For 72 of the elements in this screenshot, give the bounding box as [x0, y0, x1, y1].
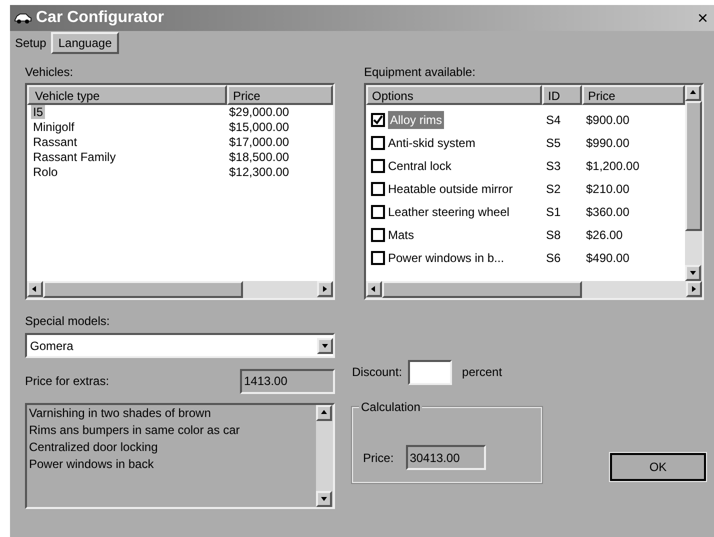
option-price: $990.00: [585, 134, 630, 152]
special-models-label: Special models:: [25, 313, 111, 330]
menu-item[interactable]: Setup: [10, 32, 52, 54]
discount-label: Discount:: [352, 364, 402, 381]
discount-field[interactable]: [408, 360, 452, 384]
column-header[interactable]: Vehicle type: [27, 85, 227, 105]
car-icon: [14, 12, 32, 24]
option-id: S1: [545, 204, 562, 220]
option-price: $210.00: [585, 180, 630, 198]
vehicle-type[interactable]: Minigolf: [33, 120, 74, 134]
scroll-up-button[interactable]: [685, 85, 701, 101]
equipment-label: Equipment available:: [364, 64, 476, 81]
vehicle-type[interactable]: Rolo: [33, 165, 58, 179]
option-label[interactable]: Central lock: [388, 156, 452, 174]
checkbox[interactable]: [371, 112, 385, 126]
scroll-right-button[interactable]: [686, 281, 702, 297]
checkbox[interactable]: [371, 204, 385, 218]
option-label[interactable]: Power windows in b...: [388, 248, 504, 266]
scrollbar-thumb[interactable]: [685, 101, 702, 231]
column-header[interactable]: Price: [227, 85, 333, 105]
price-for-extras-field[interactable]: 1413.00: [240, 368, 335, 394]
option-id: S3: [545, 158, 562, 174]
vehicle-type[interactable]: Rassant Family: [33, 150, 116, 164]
vehicle-price: $18,500.00: [229, 150, 290, 165]
column-header[interactable]: ID: [542, 85, 582, 105]
option-price: $360.00: [585, 204, 630, 220]
vehicle-price: $12,300.00: [229, 165, 290, 180]
scroll-left-button[interactable]: [27, 281, 43, 297]
column-header[interactable]: Options: [366, 85, 542, 105]
checkbox[interactable]: [371, 158, 385, 172]
vehicle-price: $15,000.00: [229, 120, 290, 135]
ok-button[interactable]: OK: [610, 453, 706, 481]
option-price: $900.00: [585, 112, 630, 128]
option-label[interactable]: Mats: [388, 226, 414, 244]
window-title: Car Configurator: [36, 8, 164, 28]
percent-label: percent: [462, 364, 502, 381]
scrollbar-thumb[interactable]: [43, 281, 243, 298]
column-header[interactable]: Price: [582, 85, 685, 105]
vehicle-price: $17,000.00: [229, 135, 290, 150]
checkbox[interactable]: [371, 136, 385, 150]
price-field[interactable]: 30413.00: [406, 445, 486, 470]
option-id: S8: [545, 226, 562, 244]
option-id: S5: [545, 134, 562, 152]
menu-item[interactable]: Language: [51, 32, 119, 54]
scroll-down-button[interactable]: [316, 491, 332, 507]
price-label: Price:: [363, 450, 394, 466]
option-label[interactable]: Leather steering wheel: [388, 202, 510, 220]
dropdown-arrow-button[interactable]: [317, 338, 333, 354]
scrollbar-thumb[interactable]: [382, 281, 582, 298]
special-models-dropdown[interactable]: Gomera: [25, 333, 335, 358]
scroll-down-button[interactable]: [685, 265, 701, 281]
checkbox[interactable]: [371, 228, 385, 242]
checkbox[interactable]: [371, 250, 385, 264]
option-price: $490.00: [585, 250, 630, 266]
option-price: $26.00: [585, 226, 624, 244]
vehicle-price: $29,000.00: [229, 105, 290, 120]
option-label[interactable]: Heatable outside mirror: [388, 180, 513, 198]
option-id: S2: [545, 180, 562, 198]
close-button[interactable]: ×: [695, 9, 710, 27]
option-id: S4: [545, 112, 562, 128]
option-price: $1,200.00: [585, 158, 640, 174]
checkbox[interactable]: [371, 182, 385, 196]
price-for-extras-label: Price for extras:: [25, 373, 110, 390]
vehicle-type[interactable]: I5: [31, 105, 46, 119]
option-label[interactable]: Anti-skid system: [388, 134, 476, 152]
scroll-left-button[interactable]: [366, 281, 382, 297]
scroll-right-button[interactable]: [317, 281, 333, 297]
option-label[interactable]: Alloy rims: [388, 110, 444, 128]
vehicle-type[interactable]: Rassant: [33, 135, 78, 149]
vehicles-label: Vehicles:: [25, 64, 74, 81]
scroll-up-button[interactable]: [316, 405, 332, 421]
option-id: S6: [545, 250, 562, 266]
